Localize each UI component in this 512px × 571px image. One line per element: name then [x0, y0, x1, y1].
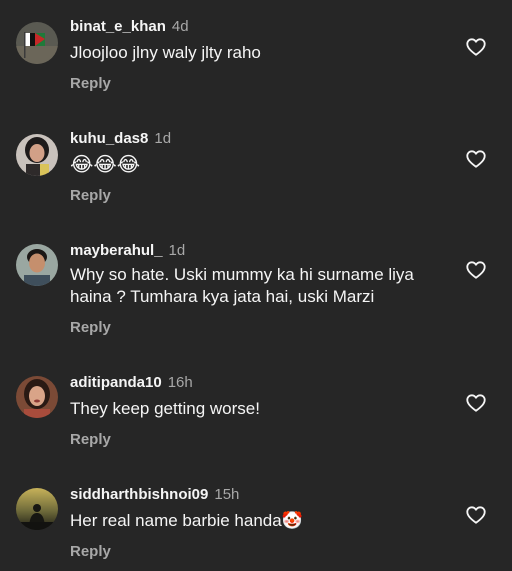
- comment-meta: kuhu_das8 1d: [70, 130, 171, 148]
- comment-text: Her real name barbie handa🤡: [70, 511, 303, 530]
- reply-button[interactable]: Reply: [70, 431, 111, 448]
- avatar[interactable]: [16, 376, 58, 418]
- comment-text: 😂😂😂: [70, 154, 141, 176]
- avatar[interactable]: [16, 22, 58, 64]
- avatar-silhouette-icon: [16, 488, 58, 530]
- comment-meta: aditipanda10 16h: [70, 374, 193, 392]
- avatar[interactable]: [16, 488, 58, 530]
- avatar-flag-icon: [16, 22, 58, 64]
- like-button[interactable]: [465, 148, 487, 170]
- like-button[interactable]: [465, 36, 487, 58]
- heart-outline-icon: [466, 506, 486, 524]
- reply-button[interactable]: Reply: [70, 319, 111, 336]
- username[interactable]: aditipanda10: [70, 374, 162, 391]
- timestamp: 16h: [167, 374, 193, 391]
- reply-button[interactable]: Reply: [70, 187, 111, 204]
- avatar-person-icon: [16, 244, 58, 286]
- avatar-person-icon: [16, 134, 58, 176]
- username[interactable]: siddharthbishnoi09: [70, 486, 208, 503]
- comment-meta: binat_e_khan 4d: [70, 18, 189, 36]
- comment-text: Jloojloo jlny waly jlty raho: [70, 43, 261, 62]
- like-button[interactable]: [465, 259, 487, 281]
- timestamp: 1d: [168, 242, 186, 259]
- avatar[interactable]: [16, 244, 58, 286]
- like-button[interactable]: [465, 504, 487, 526]
- timestamp: 1d: [154, 130, 172, 147]
- avatar[interactable]: [16, 134, 58, 176]
- comments-list: binat_e_khan 4d Jloojloo jlny waly jlty r…: [0, 0, 512, 571]
- reply-button[interactable]: Reply: [70, 75, 111, 92]
- username[interactable]: kuhu_das8: [70, 130, 148, 147]
- reply-button[interactable]: Reply: [70, 543, 111, 560]
- username[interactable]: mayberahul_: [70, 242, 163, 259]
- heart-outline-icon: [466, 150, 486, 168]
- heart-outline-icon: [466, 394, 486, 412]
- like-button[interactable]: [465, 392, 487, 414]
- heart-outline-icon: [466, 38, 486, 56]
- comment-text: They keep getting worse!: [70, 399, 260, 418]
- avatar-person-icon: [16, 376, 58, 418]
- comment-meta: siddharthbishnoi09 15h: [70, 486, 239, 504]
- username[interactable]: binat_e_khan: [70, 18, 166, 35]
- comment-text: Why so hate. Uski mummy ka hi surname li…: [70, 265, 414, 306]
- comment-meta: mayberahul_ 1d: [70, 242, 185, 260]
- heart-outline-icon: [466, 261, 486, 279]
- timestamp: 4d: [171, 18, 189, 35]
- timestamp: 15h: [214, 486, 240, 503]
